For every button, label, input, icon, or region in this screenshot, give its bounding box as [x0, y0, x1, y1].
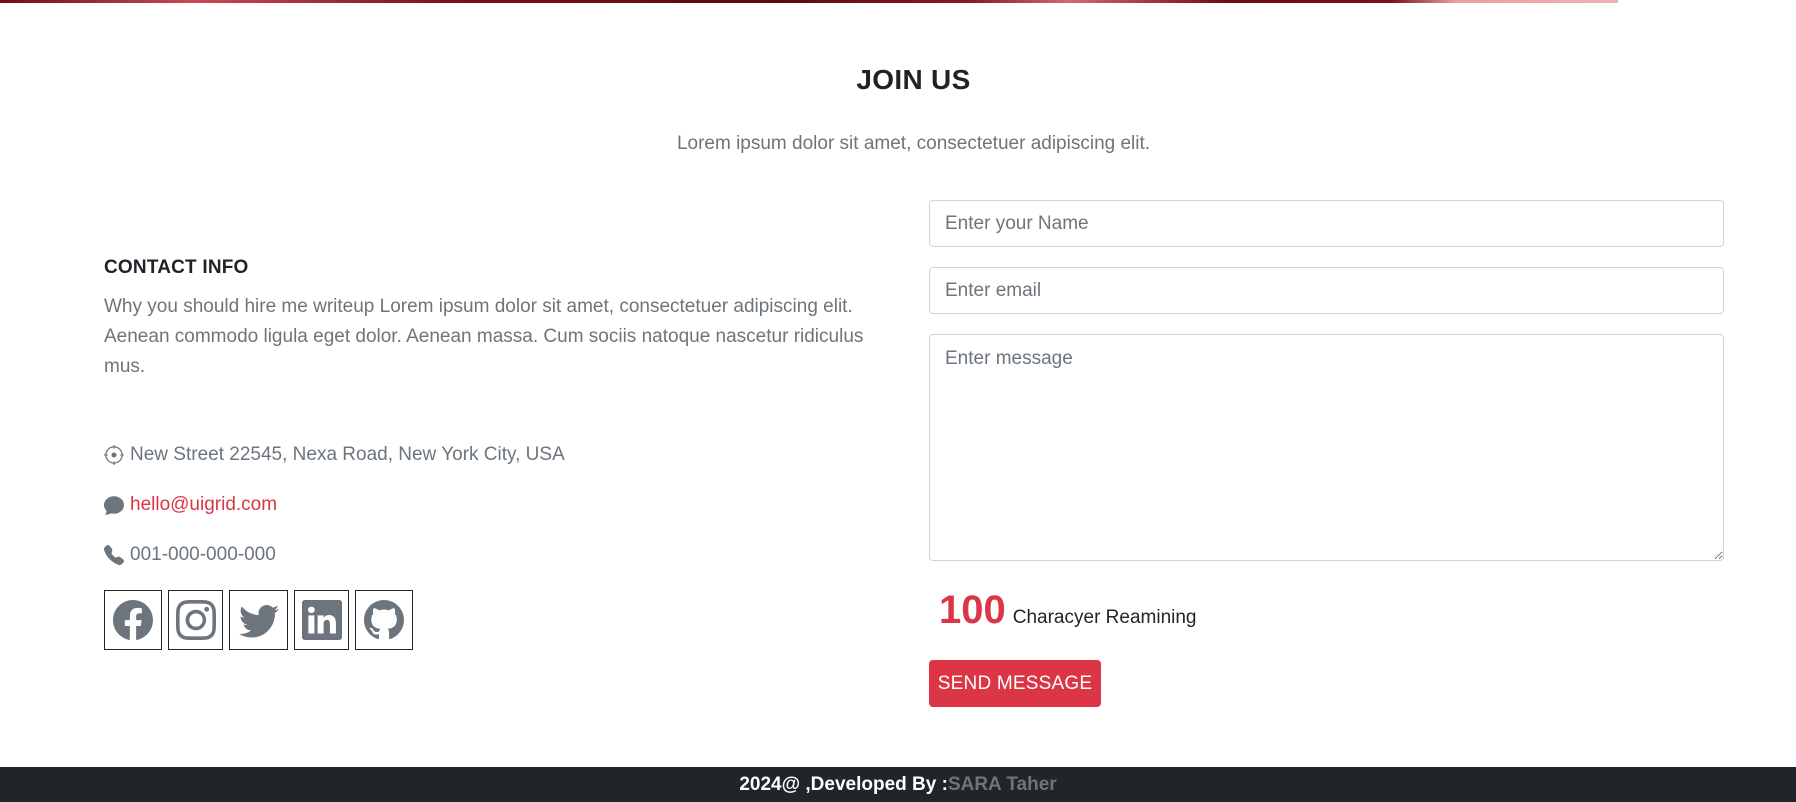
location-crosshair-icon [104, 445, 124, 465]
message-textarea[interactable] [929, 334, 1724, 561]
phone-row: 001-000-000-000 [104, 542, 276, 568]
address-row: New Street 22545, Nexa Road, New York Ci… [104, 442, 565, 468]
github-icon [364, 600, 404, 640]
email-input[interactable] [929, 267, 1724, 314]
github-link[interactable] [355, 590, 413, 650]
footer-author: SARA Taher [947, 773, 1057, 795]
facebook-link[interactable] [104, 590, 162, 650]
contact-info-heading: CONTACT INFO [104, 257, 249, 278]
twitter-icon [238, 604, 279, 638]
characters-remaining-label: Characyer Reamining [1012, 607, 1197, 628]
instagram-link[interactable] [168, 590, 223, 650]
social-links [104, 590, 413, 650]
facebook-icon [113, 600, 153, 640]
email-row: hello@uigrid.com [104, 492, 277, 518]
name-input[interactable] [929, 200, 1724, 247]
character-counter: 100 Characyer Reamining [939, 588, 1197, 633]
twitter-link[interactable] [229, 590, 288, 650]
section-subtitle: Lorem ipsum dolor sit amet, consectetuer… [676, 133, 1151, 154]
chat-bubble-icon [104, 495, 124, 515]
footer: 2024@ ,Developed By : SARA Taher [0, 767, 1796, 802]
phone-text: 001-000-000-000 [130, 544, 276, 565]
linkedin-link[interactable] [294, 590, 349, 650]
phone-icon [104, 545, 124, 565]
email-link[interactable]: hello@uigrid.com [130, 494, 277, 516]
send-message-button[interactable]: SEND MESSAGE [929, 660, 1101, 707]
top-accent-bar [0, 0, 1618, 3]
instagram-icon [175, 600, 216, 640]
footer-credit: 2024@ ,Developed By : [739, 773, 948, 795]
characters-remaining-count: 100 [939, 588, 1006, 632]
linkedin-icon [301, 600, 342, 640]
contact-info-description: Why you should hire me writeup Lorem ips… [104, 296, 864, 377]
address-text: New Street 22545, Nexa Road, New York Ci… [130, 444, 565, 465]
section-title: JOIN US [856, 64, 971, 95]
